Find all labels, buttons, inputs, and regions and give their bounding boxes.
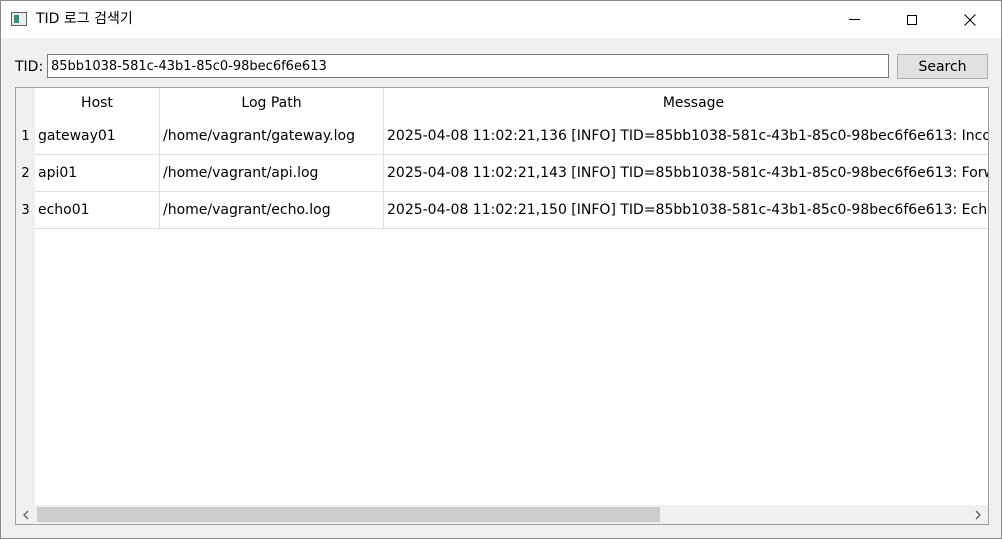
column-header-message[interactable]: Message	[384, 88, 988, 118]
minimize-button[interactable]	[831, 1, 877, 38]
table-row[interactable]: 2 api01 /home/vagrant/api.log 2025-04-08…	[16, 155, 988, 192]
row-number[interactable]: 2	[16, 155, 35, 192]
column-header-log-path[interactable]: Log Path	[160, 88, 384, 118]
chevron-right-icon	[975, 510, 981, 519]
cell-message[interactable]: 2025-04-08 11:02:21,143 [INFO] TID=85bb1…	[384, 155, 988, 192]
close-icon	[964, 13, 976, 26]
horizontal-scroll-thumb[interactable]	[37, 507, 660, 522]
cell-log-path[interactable]: /home/vagrant/gateway.log	[160, 118, 384, 155]
title-bar[interactable]: TID 로그 검색기	[1, 1, 1001, 38]
table-row[interactable]: 3 echo01 /home/vagrant/echo.log 2025-04-…	[16, 192, 988, 229]
maximize-icon	[907, 14, 917, 25]
window-title: TID 로그 검색기	[36, 11, 133, 27]
chevron-left-icon	[23, 510, 29, 519]
cell-message[interactable]: 2025-04-08 11:02:21,150 [INFO] TID=85bb1…	[384, 192, 988, 229]
minimize-icon	[848, 19, 860, 20]
cell-message[interactable]: 2025-04-08 11:02:21,136 [INFO] TID=85bb1…	[384, 118, 988, 155]
row-number[interactable]: 3	[16, 192, 35, 229]
horizontal-scrollbar[interactable]	[16, 505, 988, 524]
tid-input[interactable]	[47, 54, 889, 78]
maximize-button[interactable]	[889, 1, 935, 38]
cell-host[interactable]: api01	[35, 155, 160, 192]
main-window: TID 로그 검색기 TID: Search Host Log Path Mes…	[0, 0, 1002, 539]
cell-log-path[interactable]: /home/vagrant/api.log	[160, 155, 384, 192]
search-button[interactable]: Search	[897, 54, 988, 79]
table-row[interactable]: 1 gateway01 /home/vagrant/gateway.log 20…	[16, 118, 988, 155]
cell-host[interactable]: gateway01	[35, 118, 160, 155]
row-number[interactable]: 1	[16, 118, 35, 155]
scroll-right-button[interactable]	[969, 505, 988, 524]
tid-label: TID:	[15, 59, 44, 75]
app-window-icon	[11, 12, 27, 26]
column-header-host[interactable]: Host	[35, 88, 160, 118]
table-corner	[16, 88, 35, 118]
results-table[interactable]: Host Log Path Message 1 gateway01 /home/…	[15, 87, 989, 525]
cell-host[interactable]: echo01	[35, 192, 160, 229]
close-button[interactable]	[947, 1, 993, 38]
cell-log-path[interactable]: /home/vagrant/echo.log	[160, 192, 384, 229]
scroll-left-button[interactable]	[16, 505, 35, 524]
